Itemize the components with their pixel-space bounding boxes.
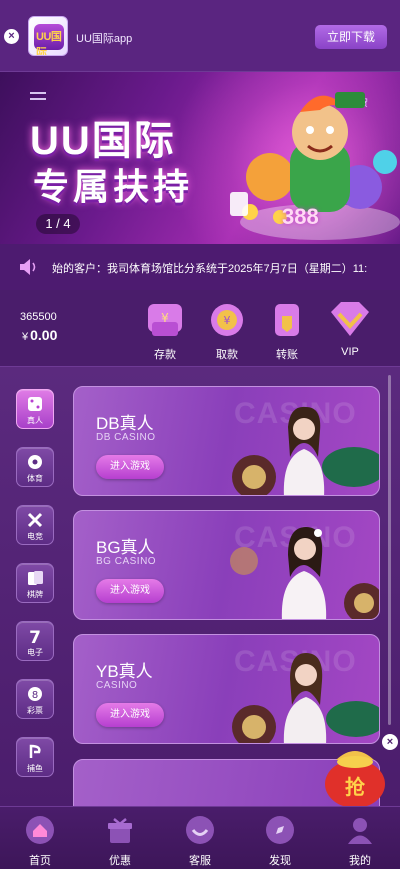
enter-game-button[interactable]: 进入游戏 bbox=[96, 579, 164, 603]
nav-discover[interactable]: 发现 bbox=[250, 815, 310, 868]
discover-icon bbox=[266, 816, 294, 844]
enter-game-button[interactable]: 进入游戏 bbox=[96, 455, 164, 479]
app-name: UU国际app bbox=[76, 33, 133, 45]
sports-icon bbox=[28, 455, 42, 469]
live-casino-icon bbox=[28, 397, 42, 411]
game-card-db[interactable]: CASINO DB真人 DB CASINO 进入游戏 bbox=[73, 386, 380, 496]
download-bar: × UU国际 UU国际app 立即下载 bbox=[0, 0, 400, 72]
menu-icon[interactable] bbox=[30, 92, 46, 104]
nav-home[interactable]: 首页 bbox=[10, 815, 70, 868]
balance: ¥0.00 bbox=[22, 327, 58, 343]
transfer-icon bbox=[275, 304, 299, 336]
dealer-figure bbox=[230, 527, 379, 619]
banner-number: 388 bbox=[282, 204, 319, 229]
nav-support[interactable]: 客服 bbox=[170, 815, 230, 868]
svg-text:抢: 抢 bbox=[345, 775, 366, 799]
enter-game-button[interactable]: 进入游戏 bbox=[96, 703, 164, 727]
game-name: YB真人 bbox=[96, 662, 153, 681]
notice-text: 始的客户：我司体育场馆比分系统于2025年7月7日（星期二）11: bbox=[52, 263, 368, 275]
game-subtitle: CASINO bbox=[96, 680, 138, 691]
gift-icon bbox=[108, 818, 132, 843]
svg-text:¥: ¥ bbox=[224, 314, 231, 327]
game-name: DB真人 bbox=[96, 414, 154, 433]
notice-marquee[interactable]: 始的客户：我司体育场馆比分系统于2025年7月7日（星期二）11: bbox=[0, 244, 400, 290]
game-name: BG真人 bbox=[96, 538, 155, 557]
download-button[interactable]: 立即下载 bbox=[315, 25, 387, 49]
profile-icon bbox=[348, 818, 372, 844]
banner-title-line2: 专属扶持 bbox=[33, 166, 194, 207]
scrollbar[interactable] bbox=[388, 375, 391, 725]
category-lottery[interactable]: 8 彩票 bbox=[16, 679, 54, 719]
nav-profile[interactable]: 我的 bbox=[330, 815, 390, 868]
withdraw-button[interactable]: ¥ 取款 bbox=[202, 298, 252, 361]
category-live[interactable]: 真人 bbox=[16, 389, 54, 429]
category-sports[interactable]: 体育 bbox=[16, 447, 54, 487]
game-subtitle: DB CASINO bbox=[96, 432, 156, 443]
game-card-bg[interactable]: CASINO BG真人 BG CASINO 进入游戏 bbox=[73, 510, 380, 620]
svg-text:8: 8 bbox=[32, 690, 38, 701]
support-icon bbox=[186, 816, 214, 844]
close-icon[interactable]: × bbox=[382, 734, 398, 750]
fishing-icon bbox=[29, 744, 41, 758]
category-cards[interactable]: 棋牌 bbox=[16, 563, 54, 603]
transfer-button[interactable]: 转账 bbox=[262, 298, 312, 361]
esports-icon bbox=[27, 512, 43, 528]
svg-text:7: 7 bbox=[29, 628, 41, 646]
withdraw-icon: ¥ bbox=[211, 304, 243, 336]
vip-icon bbox=[331, 302, 369, 336]
app-logo: UU国际 bbox=[28, 16, 68, 56]
category-fishing[interactable]: 捕鱼 bbox=[16, 737, 54, 777]
promo-banner[interactable]: UU国际 专属扶持 玄贺 388 1 / 4 bbox=[0, 72, 400, 244]
category-slots[interactable]: 7 电子 bbox=[16, 621, 54, 661]
cards-icon bbox=[28, 571, 43, 585]
bottom-nav: 首页 优惠 客服 发现 我的 bbox=[0, 806, 400, 869]
svg-text:¥: ¥ bbox=[161, 311, 169, 325]
dealer-figure bbox=[232, 406, 379, 495]
speaker-icon bbox=[20, 259, 36, 275]
deposit-button[interactable]: ¥ 存款 bbox=[140, 298, 190, 361]
game-card-yb[interactable]: CASINO YB真人 CASINO 进入游戏 bbox=[73, 634, 380, 744]
red-envelope-widget[interactable]: 抢 × bbox=[322, 734, 398, 808]
wallet-row: 365500 ¥0.00 ¥ 存款 ¥ 取款 转账 VIP bbox=[0, 290, 400, 366]
game-subtitle: BG CASINO bbox=[96, 556, 157, 567]
dealer-figure bbox=[232, 653, 379, 743]
deposit-icon: ¥ bbox=[148, 304, 182, 336]
banner-pager: 1 / 4 bbox=[36, 214, 80, 234]
vip-button[interactable]: VIP bbox=[325, 298, 375, 358]
account-id: 365500 bbox=[20, 311, 57, 323]
home-icon bbox=[26, 816, 54, 844]
close-icon[interactable]: × bbox=[4, 29, 19, 44]
lottery-icon: 8 bbox=[28, 687, 42, 701]
red-envelope-icon: 抢 bbox=[325, 751, 385, 808]
slots-icon: 7 bbox=[29, 628, 41, 646]
category-esports[interactable]: 电竞 bbox=[16, 505, 54, 545]
app-logo-text: UU国际 bbox=[36, 31, 62, 56]
nav-promo[interactable]: 优惠 bbox=[90, 815, 150, 868]
